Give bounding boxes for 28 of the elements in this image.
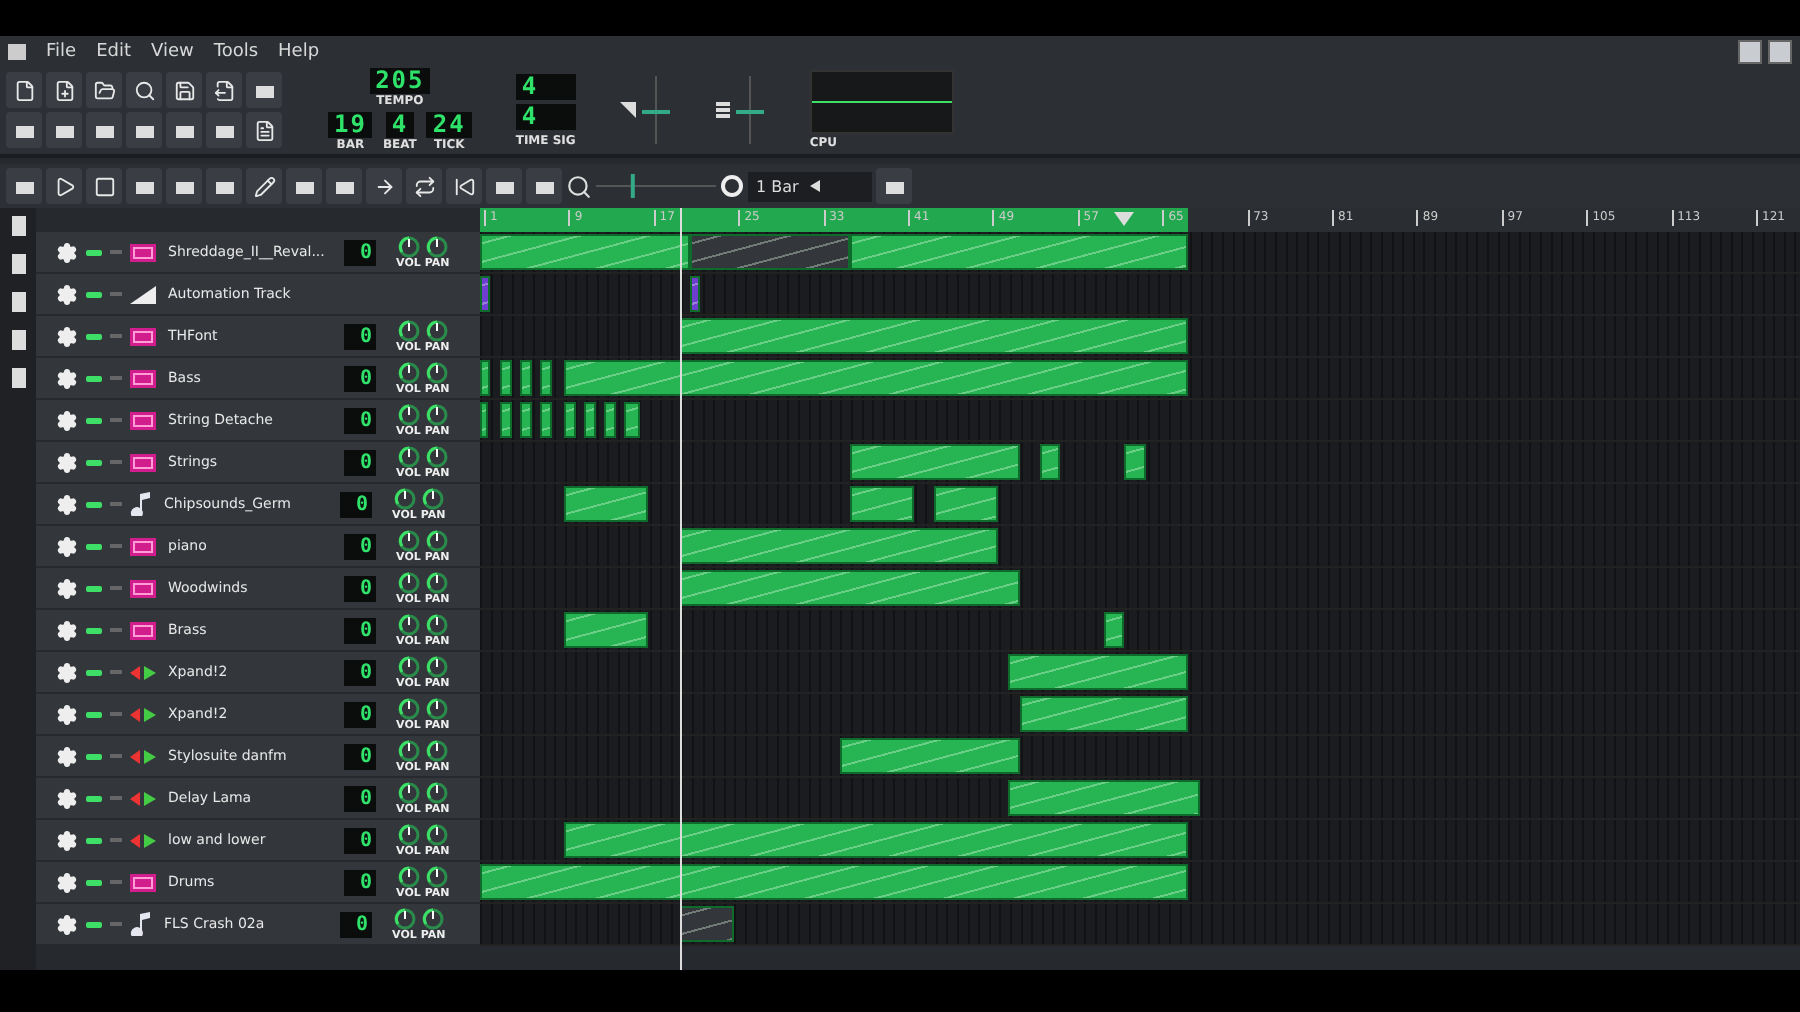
channel-display[interactable]: 0 bbox=[344, 407, 377, 433]
channel-display[interactable]: 0 bbox=[344, 575, 377, 601]
menu-item[interactable]: View bbox=[151, 41, 194, 61]
channel-display[interactable]: 0 bbox=[344, 701, 377, 727]
menu-item[interactable]: Edit bbox=[96, 41, 131, 61]
channel-display[interactable]: 0 bbox=[344, 743, 377, 769]
channel-display[interactable]: 0 bbox=[344, 659, 377, 685]
channel-display[interactable]: 0 bbox=[344, 449, 377, 475]
bar-display: 19 bbox=[328, 112, 373, 138]
channel-display[interactable]: 0 bbox=[344, 617, 377, 643]
channel-display[interactable]: 0 bbox=[340, 911, 373, 937]
tempo-display[interactable]: 205 bbox=[369, 68, 431, 94]
menu-item[interactable]: Help bbox=[278, 41, 320, 61]
menu-item[interactable]: Tools bbox=[213, 41, 259, 61]
menu-item[interactable]: File bbox=[46, 41, 77, 61]
quantize-dropdown[interactable]: 1 Bar bbox=[748, 171, 872, 201]
channel-display[interactable]: 0 bbox=[344, 869, 377, 895]
channel-display[interactable]: 0 bbox=[344, 239, 377, 265]
time-sig-numerator[interactable]: 4 bbox=[515, 73, 576, 99]
channel-display[interactable]: 0 bbox=[344, 827, 377, 853]
tick-display: 24 bbox=[426, 112, 472, 138]
channel-display[interactable]: 0 bbox=[344, 365, 377, 391]
channel-display[interactable]: 0 bbox=[344, 785, 377, 811]
beat-display: 4 bbox=[385, 112, 415, 138]
channel-display[interactable]: 0 bbox=[344, 533, 377, 559]
channel-display[interactable]: 0 bbox=[340, 491, 373, 517]
time-sig-denominator[interactable]: 4 bbox=[515, 103, 576, 129]
channel-display[interactable]: 0 bbox=[344, 323, 377, 349]
